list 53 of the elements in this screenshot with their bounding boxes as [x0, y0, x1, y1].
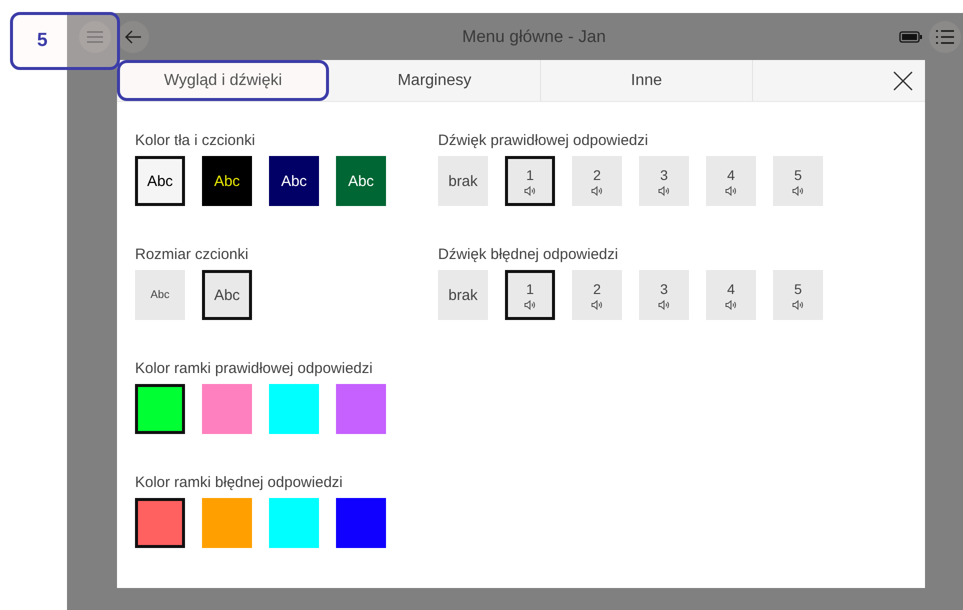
sound-option[interactable]: brak — [438, 156, 488, 206]
menu-icon — [87, 30, 103, 42]
section-label: Kolor tła i czcionki — [135, 132, 256, 151]
speaker-icon — [725, 300, 737, 310]
back-button[interactable] — [117, 20, 149, 52]
font-option[interactable]: Abc — [202, 156, 252, 206]
speaker-icon — [524, 300, 536, 310]
speaker-icon — [792, 186, 804, 196]
section-label: Rozmiar czcionki — [135, 246, 250, 265]
section-label: Dźwięk błędnej odpowiedzi — [438, 246, 620, 265]
sound-option[interactable]: 1 — [505, 270, 555, 320]
speaker-icon — [591, 300, 603, 310]
sound-option[interactable]: 4 — [706, 156, 756, 206]
color-swatch[interactable] — [202, 498, 252, 548]
sound-option[interactable]: 3 — [639, 270, 689, 320]
font-option[interactable]: Abc — [269, 156, 319, 206]
sound-option[interactable]: 2 — [572, 270, 622, 320]
step-callout: 5 — [10, 12, 120, 70]
battery-icon — [899, 30, 923, 42]
section-label: Kolor ramki prawidłowej odpowiedzi — [135, 360, 374, 379]
sound-option[interactable]: 4 — [706, 270, 756, 320]
font-option[interactable]: Abc — [135, 156, 185, 206]
list-button[interactable] — [929, 20, 961, 52]
font-option[interactable]: Abc — [202, 270, 252, 320]
back-arrow-icon — [124, 30, 142, 44]
menu-button[interactable] — [79, 20, 111, 52]
section-label: Dźwięk prawidłowej odpowiedzi — [438, 132, 650, 151]
color-swatch[interactable] — [269, 384, 319, 434]
color-swatch[interactable] — [135, 498, 185, 548]
close-icon — [893, 70, 913, 90]
speaker-icon — [658, 186, 670, 196]
speaker-icon — [524, 186, 536, 196]
color-swatch[interactable] — [202, 384, 252, 434]
speaker-icon — [591, 186, 603, 196]
color-swatch[interactable] — [336, 384, 386, 434]
color-swatch[interactable] — [269, 498, 319, 548]
tab[interactable]: Wygląd i dźwięki — [117, 60, 329, 101]
speaker-icon — [792, 300, 804, 310]
sound-option[interactable]: 5 — [773, 156, 823, 206]
list-icon — [936, 30, 954, 44]
sound-option[interactable]: 3 — [639, 156, 689, 206]
section-label: Kolor ramki błędnej odpowiedzi — [135, 474, 344, 493]
speaker-icon — [725, 186, 737, 196]
font-option[interactable]: Abc — [336, 156, 386, 206]
color-swatch[interactable] — [336, 498, 386, 548]
speaker-icon — [658, 300, 670, 310]
font-option[interactable]: Abc — [135, 270, 185, 320]
color-swatch[interactable] — [135, 384, 185, 434]
sound-option[interactable]: brak — [438, 270, 488, 320]
sound-option[interactable]: 2 — [572, 156, 622, 206]
sound-option[interactable]: 5 — [773, 270, 823, 320]
window-title: Menu główne - Jan — [461, 26, 607, 46]
sound-option[interactable]: 1 — [505, 156, 555, 206]
